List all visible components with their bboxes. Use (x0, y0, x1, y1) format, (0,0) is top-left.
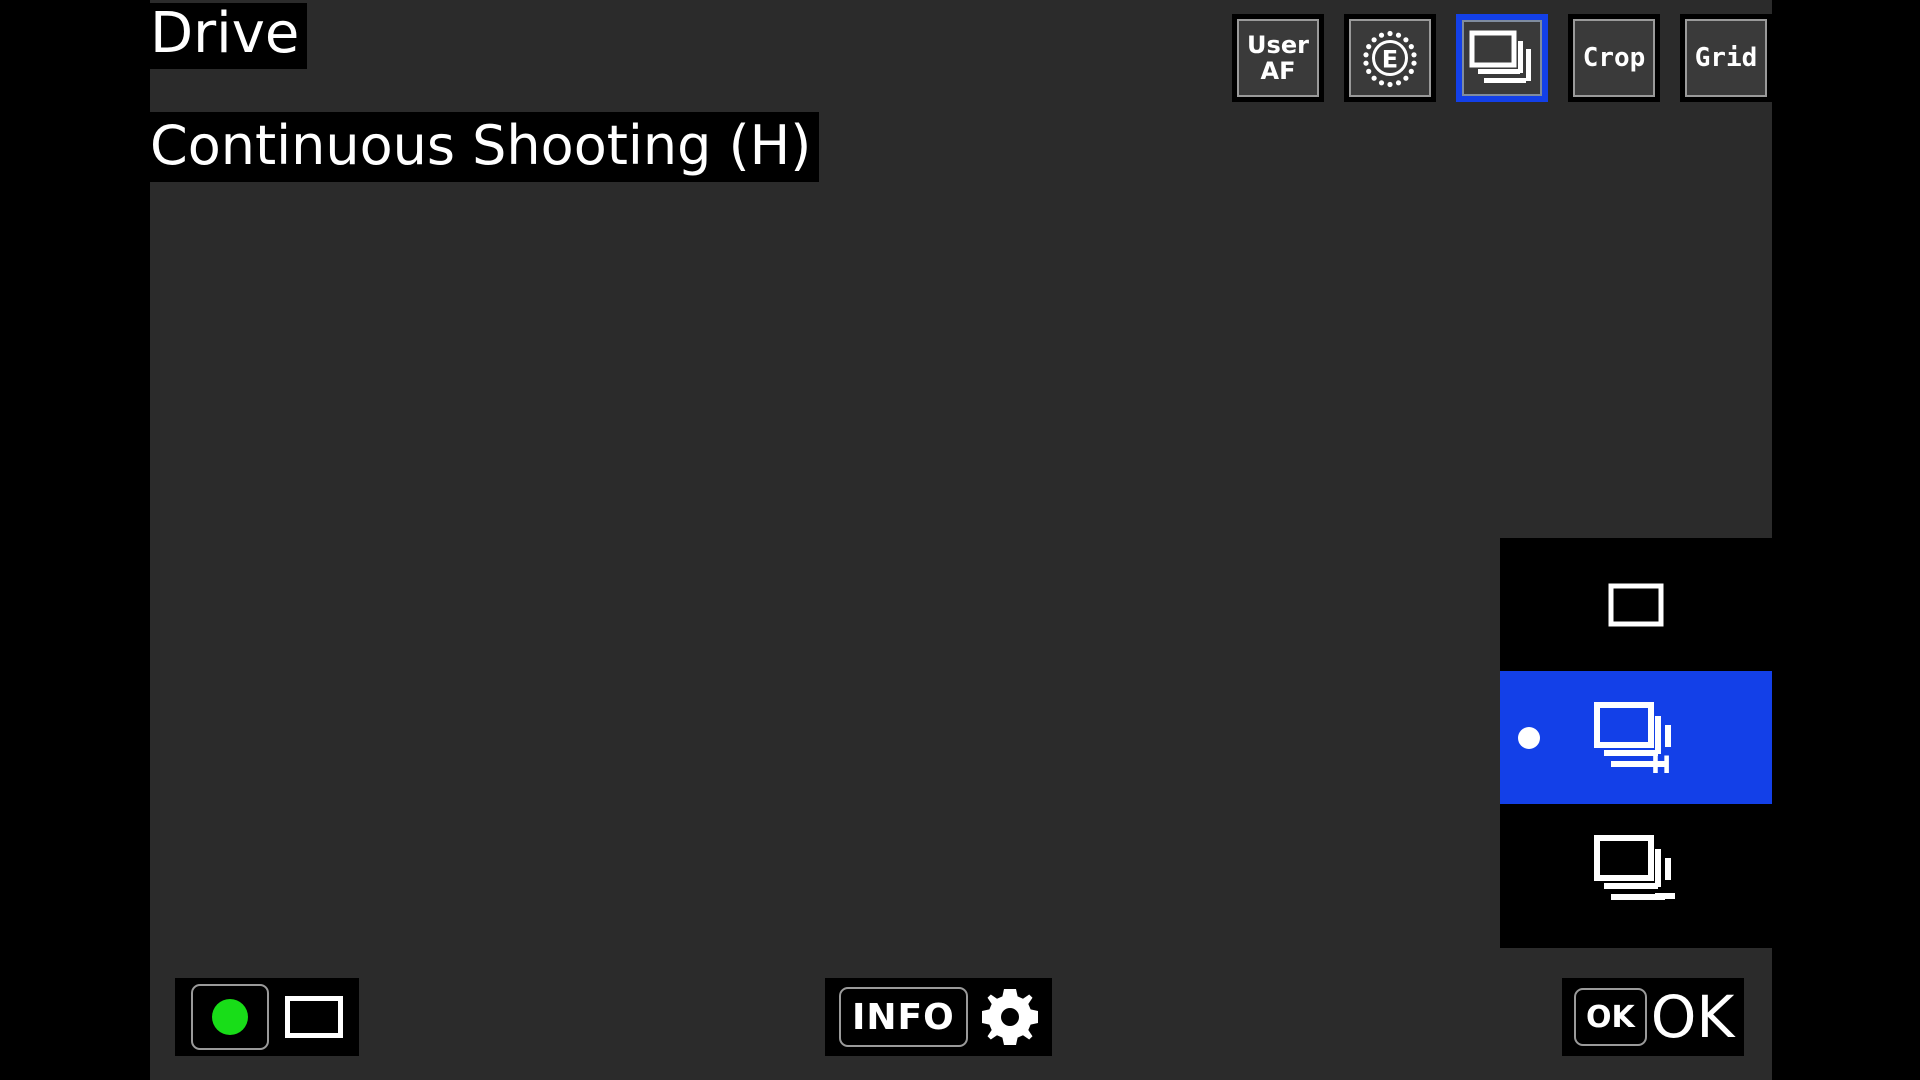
drive-option-continuous-low[interactable] (1500, 804, 1772, 937)
bottom-left-controls (175, 978, 359, 1056)
ok-button[interactable]: OK (1574, 988, 1647, 1046)
toolbar-button-drive[interactable] (1456, 14, 1548, 102)
selected-radio-icon (1518, 726, 1540, 749)
svg-text:E: E (1382, 46, 1398, 74)
user-af-label-line1: User (1247, 31, 1309, 59)
frame-box-icon (285, 996, 343, 1038)
single-frame-icon (1608, 583, 1664, 626)
drive-option-single-frame[interactable] (1500, 538, 1772, 671)
right-black-margin (1772, 0, 1920, 1080)
info-button[interactable]: INFO (839, 987, 968, 1047)
user-af-icon: User AF (1237, 19, 1319, 97)
metering-dial-icon: E (1363, 30, 1417, 88)
toolbar-button-grid[interactable]: Grid (1680, 14, 1772, 102)
toolbar-button-user-af[interactable]: User AF (1232, 14, 1324, 102)
crop-label: Crop (1582, 42, 1646, 73)
camera-drive-mode-screen: Drive Continuous Shooting (H) User AF E … (0, 0, 1920, 1080)
user-af-label-line2: AF (1260, 57, 1296, 85)
toolbar-button-crop[interactable]: Crop (1568, 14, 1660, 102)
drive-mode-dropdown: H (1500, 538, 1772, 937)
drive-option-continuous-high[interactable]: H (1500, 671, 1772, 804)
continuous-low-icon (1594, 834, 1675, 900)
grid-label: Grid (1694, 42, 1758, 73)
gear-icon[interactable] (981, 989, 1038, 1045)
ok-label: OK (1650, 983, 1735, 1051)
continuous-high-icon: H (1594, 701, 1671, 776)
crop-icon: Crop (1573, 19, 1655, 97)
bottom-right-controls: OK OK (1562, 978, 1745, 1056)
bottom-center-controls: INFO (825, 978, 1052, 1056)
drive-burst-icon (1469, 30, 1531, 83)
record-dot-icon (212, 999, 248, 1035)
grid-icon: Grid (1685, 19, 1767, 97)
top-toolbar: User AF E Crop Grid (1232, 14, 1772, 102)
record-button[interactable] (191, 984, 269, 1050)
current-mode-value: Continuous Shooting (H) (150, 112, 820, 182)
continuous-high-badge: H (1651, 751, 1671, 776)
page-title: Drive (150, 3, 308, 69)
toolbar-button-metering[interactable]: E (1344, 14, 1436, 102)
